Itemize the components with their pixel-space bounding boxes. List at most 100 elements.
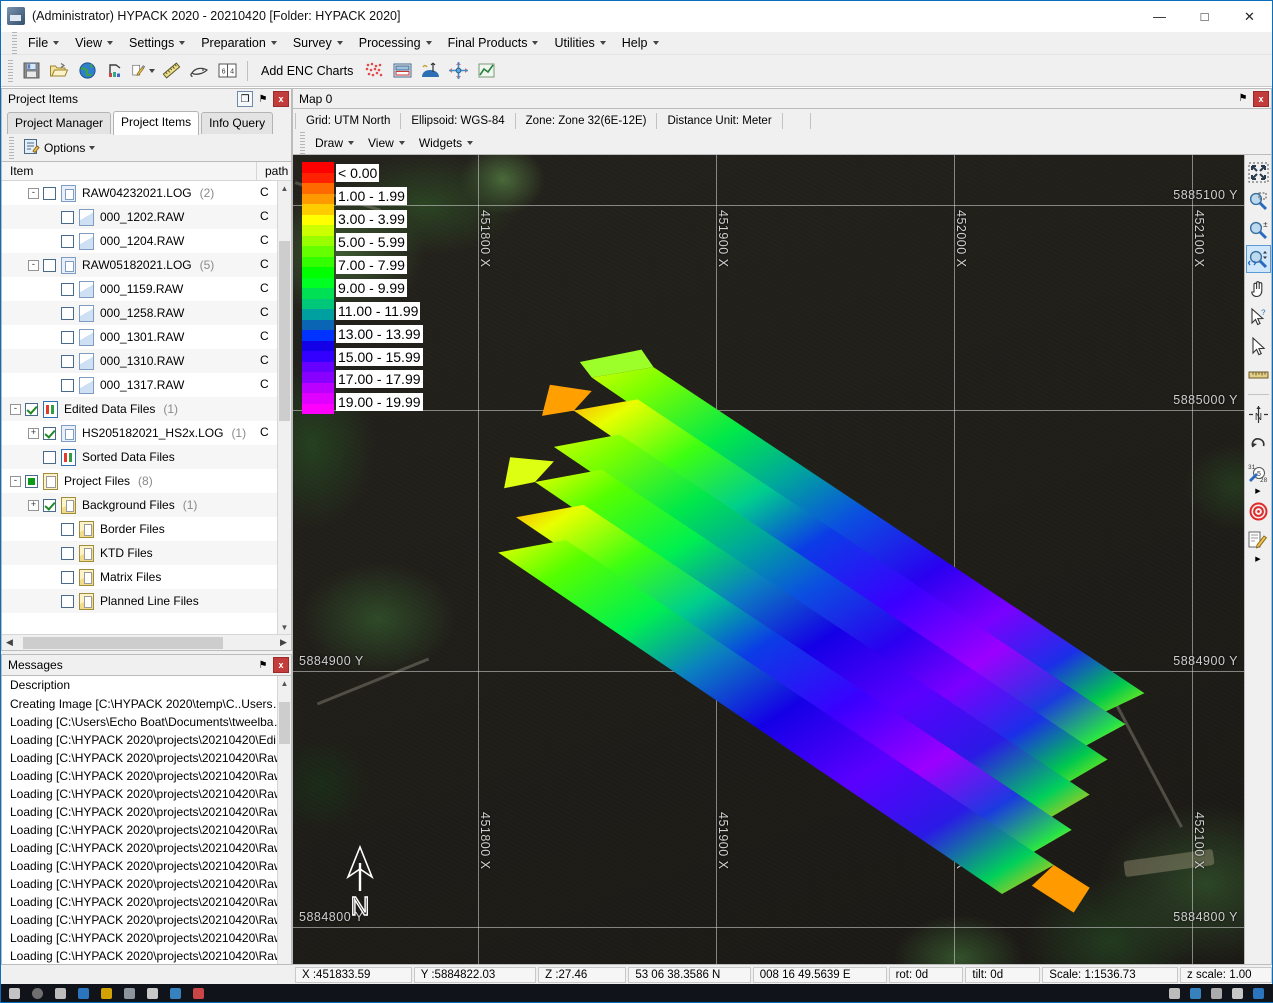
tree-checkbox[interactable] — [43, 186, 56, 200]
scroll-up-arrow[interactable]: ▲ — [278, 181, 291, 195]
tree-row[interactable]: - Edited Data Files (1) — [2, 397, 291, 421]
tree-checkbox[interactable] — [43, 450, 56, 464]
close-button[interactable]: x — [273, 91, 289, 107]
message-row[interactable]: Loading [C:\HYPACK 2020\projects\2021042… — [2, 947, 291, 965]
tool-overflow-arrow[interactable]: ▶ — [1246, 487, 1271, 496]
target-icon[interactable] — [1246, 497, 1271, 525]
book-64-icon[interactable]: 64 — [214, 58, 240, 84]
taskbar-icon[interactable] — [9, 987, 20, 999]
message-row[interactable]: Loading [C:\HYPACK 2020\projects\2021042… — [2, 731, 291, 749]
open-folder-icon[interactable] — [46, 58, 72, 84]
menu-item-help[interactable]: Help — [614, 34, 667, 53]
menu-item-preparation[interactable]: Preparation — [193, 34, 285, 53]
column-header-item[interactable]: Item — [2, 162, 257, 180]
tide-icon[interactable] — [417, 58, 443, 84]
message-row[interactable]: Loading [C:\Users\Echo Boat\Documents\tw… — [2, 713, 291, 731]
scroll-thumb[interactable] — [279, 702, 290, 744]
zoom-window-icon[interactable] — [1246, 187, 1271, 215]
zoom-extents-icon[interactable] — [1246, 158, 1271, 186]
tree-checkbox[interactable] — [61, 594, 74, 608]
pin-button[interactable]: ⚑ — [255, 657, 271, 673]
select-query-icon[interactable]: ? — [1246, 303, 1271, 331]
pan-hand-icon[interactable] — [1246, 274, 1271, 302]
menu-item-view[interactable]: View — [67, 34, 121, 53]
collapse-icon[interactable]: - — [28, 187, 39, 199]
crosshair-move-icon[interactable] — [445, 58, 471, 84]
tab-info-query[interactable]: Info Query — [201, 112, 274, 134]
collapse-icon[interactable]: - — [28, 259, 39, 271]
tree-row[interactable]: 000_1258.RAW C — [2, 301, 291, 325]
arrow-select-icon[interactable] — [1246, 332, 1271, 360]
restore-button[interactable]: ❐ — [237, 91, 253, 107]
menu-item-final-products[interactable]: Final Products — [440, 34, 547, 53]
message-row[interactable]: Loading [C:\HYPACK 2020\projects\2021042… — [2, 911, 291, 929]
message-row[interactable]: Creating Image [C:\HYPACK 2020\temp\C..U… — [2, 695, 291, 713]
tree-checkbox[interactable] — [61, 210, 74, 224]
message-row[interactable]: Loading [C:\HYPACK 2020\projects\2021042… — [2, 857, 291, 875]
expand-icon[interactable]: + — [28, 499, 39, 511]
chart-editor-icon[interactable] — [389, 58, 415, 84]
tree-row[interactable]: 000_1301.RAW C — [2, 325, 291, 349]
tree-row[interactable]: Sorted Data Files — [2, 445, 291, 469]
scroll-left-arrow[interactable]: ◀ — [2, 637, 17, 648]
taskbar-icon[interactable] — [55, 987, 66, 999]
tree-row[interactable]: Border Files — [2, 517, 291, 541]
profile-chart-icon[interactable] — [473, 58, 499, 84]
scroll-down-arrow[interactable]: ▼ — [278, 620, 291, 634]
taskbar-icon[interactable] — [32, 987, 43, 999]
message-row[interactable]: Loading [C:\HYPACK 2020\projects\2021042… — [2, 749, 291, 767]
tree-row[interactable]: 000_1159.RAW C — [2, 277, 291, 301]
tree-row[interactable]: Planned Line Files — [2, 589, 291, 613]
undo-icon[interactable] — [1246, 429, 1271, 457]
close-button[interactable]: x — [273, 657, 289, 673]
menu-item-utilities[interactable]: Utilities — [546, 34, 613, 53]
tray-icon[interactable] — [1211, 987, 1222, 999]
note-edit-icon[interactable] — [1246, 526, 1271, 554]
close-button[interactable]: x — [1253, 90, 1269, 107]
tree-row[interactable]: + HS205182021_HS2x.LOG (1) C — [2, 421, 291, 445]
tree-checkbox[interactable] — [61, 282, 74, 296]
tree-checkbox[interactable] — [43, 498, 56, 512]
add-enc-charts-label[interactable]: Add ENC Charts — [255, 64, 359, 78]
save-icon[interactable] — [18, 58, 44, 84]
collapse-icon[interactable]: - — [10, 475, 21, 487]
zoom-dynamic-icon[interactable] — [1245, 245, 1271, 273]
taskbar-icon[interactable] — [193, 987, 204, 999]
tab-project-manager[interactable]: Project Manager — [7, 112, 112, 134]
tray-icon[interactable] — [1190, 987, 1201, 999]
tree-checkbox[interactable] — [25, 474, 38, 488]
tree-row[interactable]: - RAW04232021.LOG (2) C — [2, 181, 291, 205]
ruler-measure-icon[interactable] — [1246, 361, 1271, 389]
enc-chart-icon[interactable] — [361, 58, 387, 84]
close-button[interactable]: ✕ — [1227, 1, 1272, 32]
zoom-in-out-icon[interactable]: ± — [1246, 216, 1271, 244]
hscroll-track[interactable] — [17, 636, 276, 649]
calendar-pencil-icon[interactable]: 31 5 28 — [1246, 458, 1271, 486]
hscroll-thumb[interactable] — [23, 636, 223, 649]
pin-button[interactable]: ⚑ — [1235, 91, 1251, 107]
survey-swath-coverage[interactable] — [293, 155, 1244, 983]
message-row[interactable]: Loading [C:\HYPACK 2020\projects\2021042… — [2, 767, 291, 785]
tree-checkbox[interactable] — [61, 522, 74, 536]
tree-row[interactable]: KTD Files — [2, 541, 291, 565]
message-row[interactable]: Loading [C:\HYPACK 2020\projects\2021042… — [2, 821, 291, 839]
menu-item-settings[interactable]: Settings — [121, 34, 193, 53]
tree-row[interactable]: - Project Files (8) — [2, 469, 291, 493]
tree-checkbox[interactable] — [61, 570, 74, 584]
whale-sonar-icon[interactable] — [186, 58, 212, 84]
tree-checkbox[interactable] — [61, 330, 74, 344]
tree-horizontal-scrollbar[interactable]: ◀ ▶ — [2, 634, 291, 650]
message-row[interactable]: Loading [C:\HYPACK 2020\projects\2021042… — [2, 893, 291, 911]
tree-checkbox[interactable] — [43, 258, 56, 272]
tray-icon[interactable] — [1232, 987, 1243, 999]
column-header-path[interactable]: path — [257, 162, 291, 180]
tray-icon[interactable] — [1253, 987, 1264, 999]
tree-checkbox[interactable] — [61, 546, 74, 560]
taskbar-icon[interactable] — [170, 987, 181, 999]
message-row[interactable]: Loading [C:\HYPACK 2020\projects\2021042… — [2, 803, 291, 821]
message-row[interactable]: Loading [C:\HYPACK 2020\projects\2021042… — [2, 929, 291, 947]
tree-row[interactable]: - RAW05182021.LOG (5) C — [2, 253, 291, 277]
tree-checkbox[interactable] — [61, 306, 74, 320]
menu-item-file[interactable]: File — [20, 34, 67, 53]
menu-item-survey[interactable]: Survey — [285, 34, 351, 53]
